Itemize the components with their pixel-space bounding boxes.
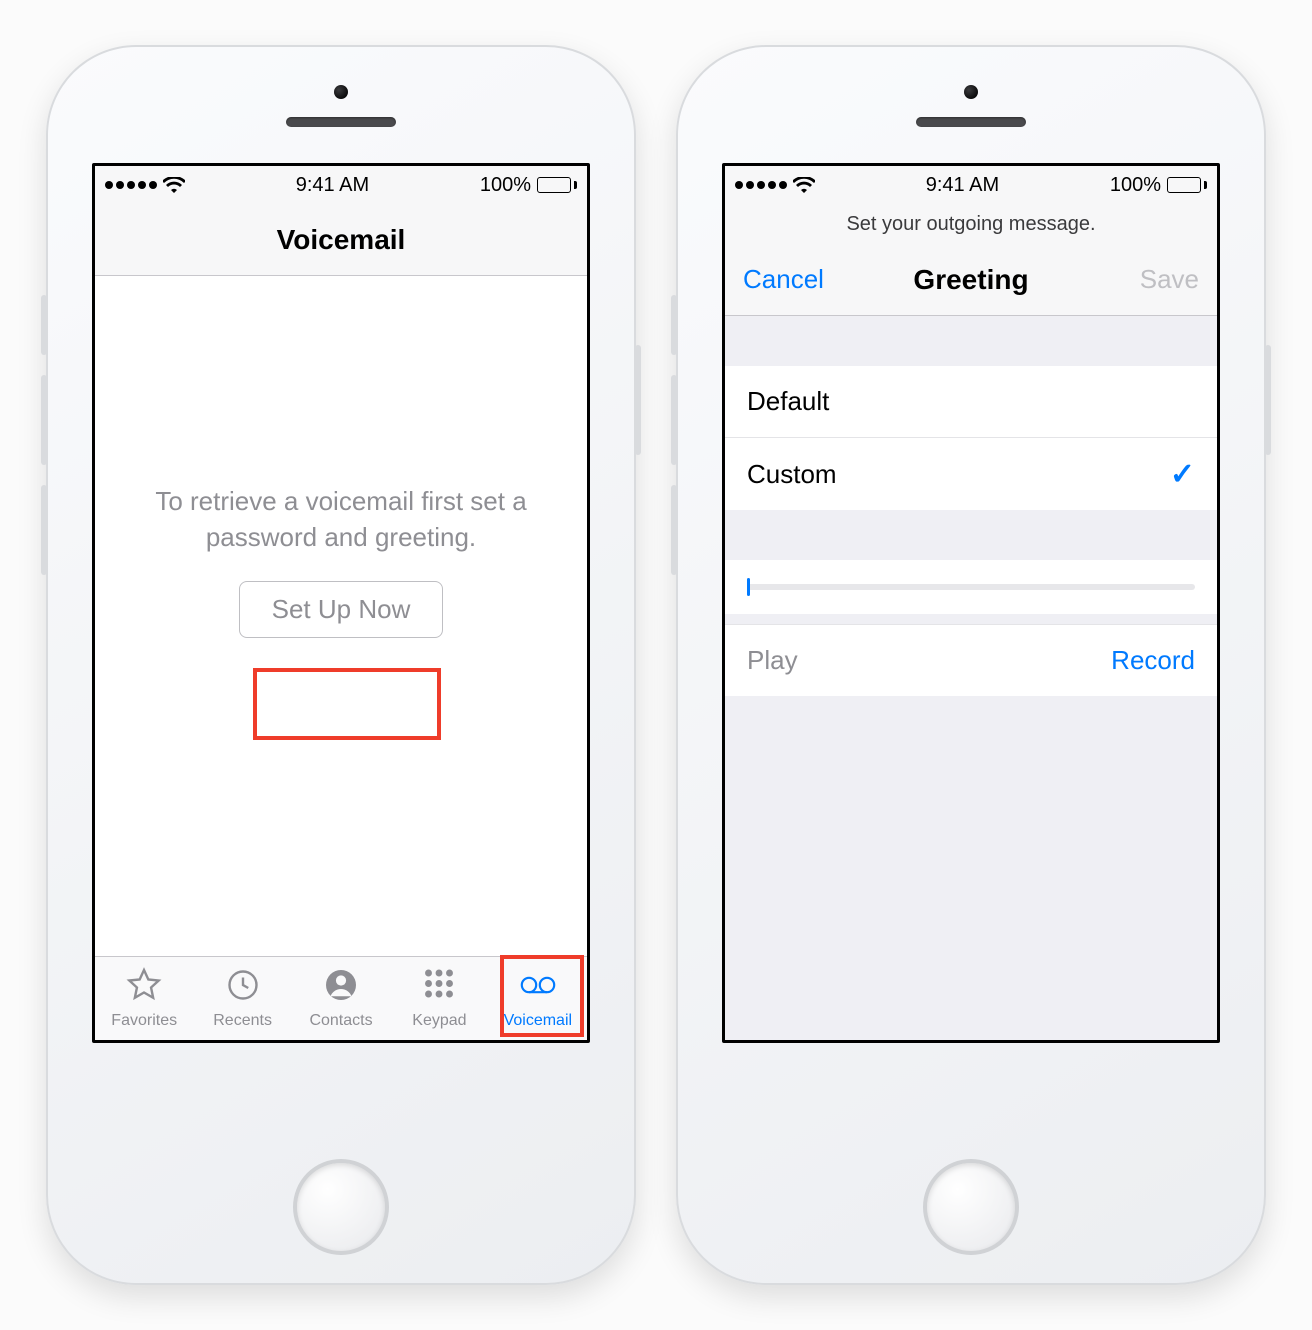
battery-icon (537, 177, 577, 193)
status-time: 9:41 AM (926, 174, 999, 197)
nav-title: Greeting (913, 264, 1028, 296)
nav-bar: Cancel Greeting Save (725, 244, 1217, 316)
status-bar: 9:41 AM 100% (725, 166, 1217, 204)
mute-switch (671, 295, 677, 355)
voicemail-icon (520, 967, 556, 1008)
power-button (635, 345, 641, 455)
tab-keypad[interactable]: Keypad (390, 957, 488, 1040)
camera-dot (964, 85, 978, 99)
battery-pct: 100% (1110, 174, 1161, 197)
star-icon (126, 967, 162, 1008)
audio-scrubber[interactable] (725, 560, 1217, 614)
tab-recents[interactable]: Recents (193, 957, 291, 1040)
screen-greeting: 9:41 AM 100% Set your outgoing message. … (722, 163, 1220, 1043)
phone-left: 9:41 AM 100% Voicemail To retrieve a voi… (46, 45, 636, 1285)
clock-icon (225, 967, 261, 1008)
status-time: 9:41 AM (296, 174, 369, 197)
status-bar: 9:41 AM 100% (95, 166, 587, 204)
greeting-body: Default Custom ✓ Play Record (725, 316, 1217, 1040)
nav-bar: Voicemail (95, 204, 587, 276)
greeting-options-group: Default Custom ✓ (725, 366, 1217, 510)
tab-label: Keypad (412, 1012, 466, 1030)
play-record-row: Play Record (725, 624, 1217, 696)
volume-down-button (671, 485, 677, 575)
wifi-icon (793, 177, 815, 193)
volume-down-button (41, 485, 47, 575)
home-button[interactable] (923, 1159, 1019, 1255)
record-button[interactable]: Record (1111, 645, 1195, 676)
greeting-option-custom[interactable]: Custom ✓ (725, 438, 1217, 510)
keypad-icon (421, 967, 457, 1008)
tab-label: Contacts (309, 1012, 372, 1030)
voicemail-setup-message: To retrieve a voicemail first set a pass… (145, 484, 537, 554)
checkmark-icon: ✓ (1170, 457, 1195, 492)
tab-label: Favorites (111, 1012, 177, 1030)
cancel-button[interactable]: Cancel (725, 244, 842, 315)
play-button[interactable]: Play (747, 645, 798, 676)
nav-title: Voicemail (277, 224, 406, 256)
screen-voicemail-setup: 9:41 AM 100% Voicemail To retrieve a voi… (92, 163, 590, 1043)
scrubber-head[interactable] (747, 578, 750, 596)
volume-up-button (41, 375, 47, 465)
wifi-icon (163, 177, 185, 193)
signal-strength-icon (735, 181, 787, 189)
greeting-option-default[interactable]: Default (725, 366, 1217, 438)
setup-now-button[interactable]: Set Up Now (239, 581, 444, 638)
scrubber-track (747, 584, 1195, 590)
greeting-subheader: Set your outgoing message. (725, 204, 1217, 244)
power-button (1265, 345, 1271, 455)
volume-up-button (671, 375, 677, 465)
battery-icon (1167, 177, 1207, 193)
tab-label: Voicemail (504, 1012, 572, 1030)
option-label: Default (747, 386, 829, 417)
mute-switch (41, 295, 47, 355)
tab-contacts[interactable]: Contacts (292, 957, 390, 1040)
battery-pct: 100% (480, 174, 531, 197)
tab-favorites[interactable]: Favorites (95, 957, 193, 1040)
phone-right: 9:41 AM 100% Set your outgoing message. … (676, 45, 1266, 1285)
camera-dot (334, 85, 348, 99)
tab-label: Recents (213, 1012, 272, 1030)
save-button[interactable]: Save (1122, 244, 1217, 315)
option-label: Custom (747, 459, 837, 490)
home-button[interactable] (293, 1159, 389, 1255)
signal-strength-icon (105, 181, 157, 189)
speaker-grill (916, 117, 1026, 127)
contact-icon (323, 967, 359, 1008)
voicemail-empty-state: To retrieve a voicemail first set a pass… (95, 276, 587, 956)
phone-tab-bar: Favorites Recents Contacts Keypad (95, 956, 587, 1040)
speaker-grill (286, 117, 396, 127)
tab-voicemail[interactable]: Voicemail (489, 957, 587, 1040)
